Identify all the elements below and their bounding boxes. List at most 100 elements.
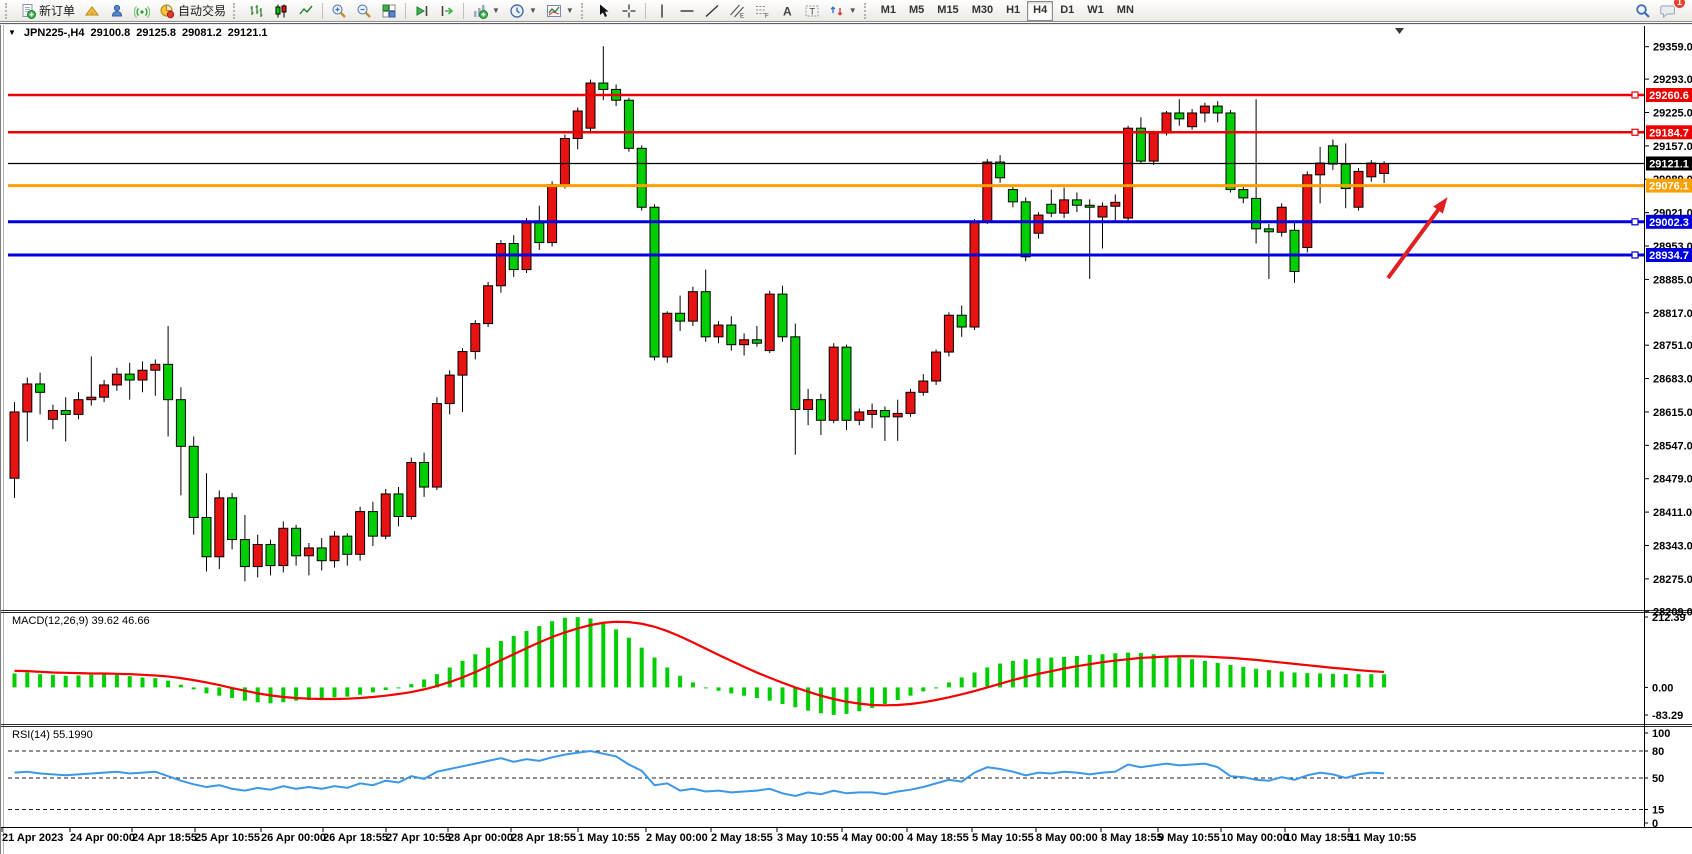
chevron-down-icon[interactable]: ▼ — [566, 7, 574, 15]
horizontal-line-icon — [679, 3, 695, 19]
label-icon: T — [804, 3, 820, 19]
periods-button[interactable]: ▼ — [505, 0, 541, 22]
indicators-button[interactable]: ▼ — [468, 0, 504, 22]
svg-text:-83.29: -83.29 — [1652, 710, 1683, 722]
timeframe-button-w1[interactable]: W1 — [1081, 1, 1110, 21]
svg-text:3 May 10:55: 3 May 10:55 — [777, 832, 839, 844]
timeframe-button-m5[interactable]: M5 — [903, 1, 930, 21]
svg-text:28751.0: 28751.0 — [1653, 340, 1692, 352]
svg-text:212.39: 212.39 — [1652, 612, 1686, 624]
templates-icon — [546, 3, 562, 19]
rsi-indicator-label: RSI(14) 55.1990 — [12, 729, 93, 741]
line-chart-icon — [298, 3, 314, 19]
low-value: 29081.2 — [182, 27, 222, 39]
chevron-down-icon[interactable]: ▼ — [492, 7, 500, 15]
zoom-in-button[interactable] — [327, 0, 351, 22]
svg-text:28885.0: 28885.0 — [1653, 274, 1692, 286]
toolbar-grip[interactable] — [581, 3, 587, 19]
autotrading-label: 自动交易 — [178, 2, 226, 19]
svg-text:28411.0: 28411.0 — [1653, 507, 1692, 519]
new-order-icon — [20, 3, 36, 19]
arrows-button[interactable]: ▼ — [825, 0, 861, 22]
timeframe-button-m1[interactable]: M1 — [875, 1, 902, 21]
tile-windows-icon — [381, 3, 397, 19]
high-value: 29125.8 — [136, 27, 176, 39]
svg-text:29184.7: 29184.7 — [1649, 127, 1689, 139]
chart-quote-header[interactable]: ▼ JPN225-,H4 29100.8 29125.8 29081.2 291… — [8, 27, 268, 39]
timeframe-button-h1[interactable]: H1 — [1000, 1, 1026, 21]
styler-button[interactable] — [105, 0, 129, 22]
horizontal-line-button[interactable] — [675, 0, 699, 22]
channel-icon: E — [729, 3, 745, 19]
templates-button[interactable]: ▼ — [542, 0, 578, 22]
candles-chart-button[interactable] — [269, 0, 293, 22]
signals-icon — [134, 3, 150, 19]
text-button[interactable]: A — [775, 0, 799, 22]
chart-canvas[interactable]: 29359.029293.029225.029157.029089.029021… — [0, 0, 1692, 854]
toolbar-grip[interactable] — [864, 3, 870, 19]
chart-shift-button[interactable] — [435, 0, 459, 22]
timeframe-button-mn[interactable]: MN — [1111, 1, 1140, 21]
svg-text:100: 100 — [1652, 728, 1670, 740]
fibonacci-button[interactable]: F — [750, 0, 774, 22]
zoom-out-button[interactable] — [352, 0, 376, 22]
signals-button[interactable] — [130, 0, 154, 22]
search-button[interactable] — [1631, 0, 1655, 22]
vertical-line-button[interactable] — [650, 0, 674, 22]
toolbar-separator — [322, 3, 323, 19]
crosshair-button[interactable] — [617, 0, 641, 22]
cursor-button[interactable] — [592, 0, 616, 22]
svg-text:1 May 10:55: 1 May 10:55 — [578, 832, 640, 844]
svg-text:28479.0: 28479.0 — [1653, 474, 1692, 486]
svg-text:29157.0: 29157.0 — [1653, 141, 1692, 153]
timeframe-button-d1[interactable]: D1 — [1054, 1, 1080, 21]
svg-text:24 Apr 00:00: 24 Apr 00:00 — [70, 832, 135, 844]
chevron-down-icon[interactable]: ▼ — [849, 7, 857, 15]
toolbar-separator — [463, 3, 464, 19]
toolbar: 新订单 自动交易 — [0, 0, 1692, 22]
toolbar-grip[interactable] — [5, 3, 11, 19]
close-value: 29121.1 — [228, 27, 268, 39]
bars-chart-icon — [248, 3, 264, 19]
svg-text:29076.1: 29076.1 — [1649, 181, 1689, 193]
notification-badge: 1 — [1673, 0, 1686, 9]
metaeditor-button[interactable] — [80, 0, 104, 22]
timeframe-button-h4[interactable]: H4 — [1027, 1, 1053, 21]
bars-chart-button[interactable] — [244, 0, 268, 22]
chart-shift-icon — [439, 3, 455, 19]
zoom-in-icon — [331, 3, 347, 19]
autoscroll-icon — [414, 3, 430, 19]
timeframe-button-m15[interactable]: M15 — [931, 1, 964, 21]
svg-text:27 Apr 10:55: 27 Apr 10:55 — [386, 832, 451, 844]
chat-button[interactable]: 1 — [1656, 0, 1681, 22]
svg-text:F: F — [765, 13, 769, 19]
macd-indicator-label: MACD(12,26,9) 39.62 46.66 — [12, 615, 150, 627]
svg-text:24 Apr 18:55: 24 Apr 18:55 — [132, 832, 197, 844]
trendline-button[interactable] — [700, 0, 724, 22]
chevron-down-icon[interactable]: ▼ — [529, 7, 537, 15]
svg-text:28615.0: 28615.0 — [1653, 407, 1692, 419]
channel-button[interactable]: E — [725, 0, 749, 22]
open-value: 29100.8 — [90, 27, 130, 39]
line-chart-button[interactable] — [294, 0, 318, 22]
timeframe-button-m30[interactable]: M30 — [966, 1, 999, 21]
tile-windows-button[interactable] — [377, 0, 401, 22]
svg-text:9 May 10:55: 9 May 10:55 — [1158, 832, 1220, 844]
svg-text:10 May 00:00: 10 May 00:00 — [1221, 832, 1289, 844]
svg-text:29002.3: 29002.3 — [1649, 217, 1689, 229]
svg-text:0.00: 0.00 — [1652, 682, 1673, 694]
svg-text:15: 15 — [1652, 805, 1664, 817]
svg-text:11 May 10:55: 11 May 10:55 — [1349, 832, 1416, 844]
svg-text:29293.0: 29293.0 — [1653, 74, 1692, 86]
svg-text:T: T — [809, 6, 815, 16]
zoom-out-icon — [356, 3, 372, 19]
toolbar-grip[interactable] — [233, 3, 239, 19]
autotrading-button[interactable]: 自动交易 — [155, 0, 230, 22]
collapse-triangle-icon[interactable]: ▼ — [8, 29, 16, 37]
text-icon: A — [779, 3, 795, 19]
new-order-button[interactable]: 新订单 — [16, 0, 79, 22]
svg-text:80: 80 — [1652, 746, 1664, 758]
label-button[interactable]: T — [800, 0, 824, 22]
svg-text:28 Apr 00:00: 28 Apr 00:00 — [448, 832, 513, 844]
autoscroll-button[interactable] — [410, 0, 434, 22]
